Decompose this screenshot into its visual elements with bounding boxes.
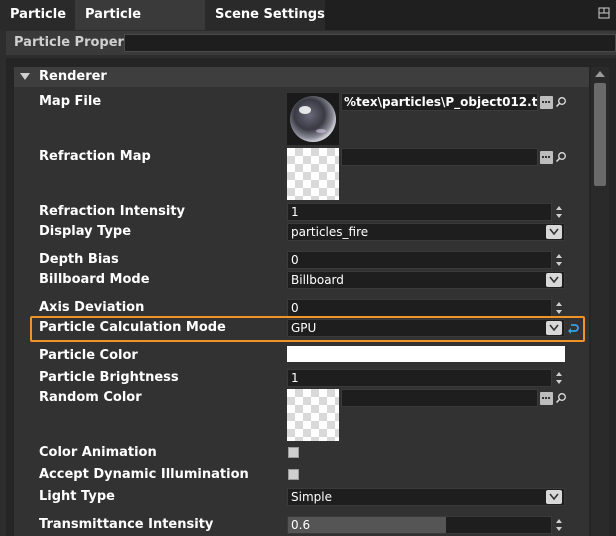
tab-particle-property[interactable]: Particle Property xyxy=(75,0,205,52)
map-file-label: Map File xyxy=(39,94,102,109)
axis-deviation-spinner[interactable] xyxy=(553,299,565,317)
axis-deviation-input[interactable]: 0 xyxy=(287,299,552,317)
particle-brightness-spinner[interactable] xyxy=(553,369,565,387)
billboard-mode-label: Billboard Mode xyxy=(39,272,150,287)
accept-dynamic-illumination-checkbox[interactable] xyxy=(288,469,299,480)
refraction-map-path[interactable] xyxy=(341,148,538,166)
map-file-thumbnail[interactable] xyxy=(287,93,339,145)
map-file-path[interactable]: %tex\particles\P_object012.tif xyxy=(341,93,538,111)
vertical-scrollbar[interactable] xyxy=(591,67,609,536)
tab-bar: Particle Particle Property Scene Setting… xyxy=(0,0,616,52)
particle-brightness-label: Particle Brightness xyxy=(39,370,179,385)
browse-icon[interactable] xyxy=(540,392,553,405)
tab-scene-settings[interactable]: Scene Settings xyxy=(205,0,325,30)
billboard-mode-value: Billboard xyxy=(291,273,344,287)
spin-down-icon[interactable] xyxy=(556,262,562,266)
particle-brightness-input[interactable]: 1 xyxy=(287,369,552,387)
display-type-select[interactable]: particles_fire xyxy=(287,223,565,241)
spin-up-icon[interactable] xyxy=(556,519,562,523)
chevron-down-icon[interactable] xyxy=(546,490,562,504)
refraction-map-label: Refraction Map xyxy=(39,149,151,164)
window-pin-icon[interactable] xyxy=(598,7,610,19)
billboard-mode-select[interactable]: Billboard xyxy=(287,271,565,289)
random-color-label: Random Color xyxy=(39,390,142,405)
display-type-label: Display Type xyxy=(39,224,132,239)
random-color-path[interactable] xyxy=(341,389,538,407)
depth-bias-spinner[interactable] xyxy=(553,251,565,269)
random-color-thumbnail[interactable] xyxy=(287,389,339,441)
depth-bias-label: Depth Bias xyxy=(39,252,119,267)
display-type-value: particles_fire xyxy=(291,225,369,239)
light-type-label: Light Type xyxy=(39,489,115,504)
search-icon[interactable] xyxy=(555,151,567,163)
property-search-field[interactable] xyxy=(124,34,616,52)
property-header: Particle Property xyxy=(6,31,616,55)
browse-icon[interactable] xyxy=(540,96,553,109)
transmittance-intensity-slider[interactable]: 0.6 xyxy=(287,516,552,534)
axis-deviation-label: Axis Deviation xyxy=(39,300,145,315)
property-header-label: Particle Property xyxy=(14,35,139,50)
spin-down-icon[interactable] xyxy=(556,310,562,314)
accept-dynamic-illumination-label: Accept Dynamic Illumination xyxy=(39,467,249,482)
transmittance-intensity-spinner[interactable] xyxy=(553,516,565,534)
spin-up-icon[interactable] xyxy=(556,372,562,376)
color-animation-checkbox[interactable] xyxy=(288,447,299,458)
search-icon[interactable] xyxy=(555,96,567,108)
chevron-down-icon[interactable] xyxy=(546,225,562,239)
section-label: Renderer xyxy=(39,69,107,84)
spin-up-icon[interactable] xyxy=(556,206,562,210)
expand-arrow-icon[interactable] xyxy=(20,73,30,80)
search-icon[interactable] xyxy=(555,392,567,404)
chevron-down-icon[interactable] xyxy=(546,273,562,287)
color-animation-label: Color Animation xyxy=(39,445,157,460)
tab-particle[interactable]: Particle xyxy=(0,0,75,30)
scroll-up-icon[interactable] xyxy=(595,71,605,77)
light-type-select[interactable]: Simple xyxy=(287,488,565,506)
refraction-intensity-label: Refraction Intensity xyxy=(39,204,186,219)
spin-down-icon[interactable] xyxy=(556,214,562,218)
transmittance-intensity-fill xyxy=(288,517,446,533)
spin-down-icon[interactable] xyxy=(556,380,562,384)
refraction-intensity-input[interactable]: 1 xyxy=(287,203,552,221)
depth-bias-input[interactable]: 0 xyxy=(287,251,552,269)
particle-color-label: Particle Color xyxy=(39,348,138,363)
renderer-section-header[interactable]: Renderer xyxy=(14,67,589,87)
spin-up-icon[interactable] xyxy=(556,302,562,306)
refraction-map-thumbnail[interactable] xyxy=(287,148,339,200)
refraction-intensity-spinner[interactable] xyxy=(553,203,565,221)
transmittance-intensity-label: Transmittance Intensity xyxy=(39,517,214,532)
browse-icon[interactable] xyxy=(540,151,553,164)
particle-color-swatch[interactable] xyxy=(287,346,565,362)
light-type-value: Simple xyxy=(291,490,332,504)
spin-up-icon[interactable] xyxy=(556,254,562,258)
spin-down-icon[interactable] xyxy=(556,527,562,531)
scroll-thumb[interactable] xyxy=(594,83,606,186)
transmittance-intensity-value: 0.6 xyxy=(291,518,311,532)
highlight-frame xyxy=(30,316,585,342)
